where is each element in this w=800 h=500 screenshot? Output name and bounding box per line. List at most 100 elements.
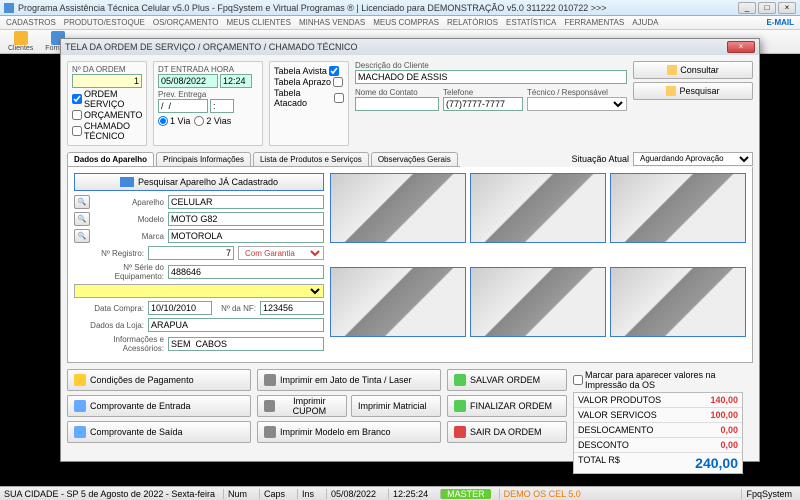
tecnico-label: Técnico / Responsável	[527, 88, 627, 97]
photo-6[interactable]	[610, 267, 746, 337]
menu-compras[interactable]: MEUS COMPRAS	[373, 18, 439, 27]
tab-observacoes[interactable]: Observações Gerais	[371, 152, 458, 166]
tool-clientes[interactable]: Clientes	[4, 30, 37, 53]
loja-label: Dados da Loja:	[74, 321, 144, 330]
clients-icon	[14, 31, 28, 45]
menu-cadastros[interactable]: CADASTROS	[6, 18, 56, 27]
comp-saida-button[interactable]: Comprovante de Saída	[67, 421, 251, 443]
registro-input[interactable]	[148, 246, 234, 260]
aparelho-label: Aparelho	[94, 198, 164, 207]
menubar: CADASTROS PRODUTO/ESTOQUE OS/ORÇAMENTO M…	[0, 16, 800, 30]
garantia-select[interactable]: Com Garantia	[238, 246, 324, 260]
tab-dados-aparelho[interactable]: Dados do Aparelho	[67, 152, 154, 166]
dtcompra-input[interactable]	[148, 301, 212, 315]
chk-orc[interactable]	[72, 110, 82, 120]
chk-avista[interactable]	[329, 66, 339, 76]
menu-relatorios[interactable]: RELATÓRIOS	[447, 18, 498, 27]
totals-panel: VALOR PRODUTOS140,00 VALOR SERVICOS100,0…	[573, 392, 743, 474]
modelo-input[interactable]	[168, 212, 324, 226]
total-desl-label: DESLOCAMENTO	[578, 425, 653, 435]
maximize-button[interactable]: □	[758, 2, 776, 14]
check-icon	[454, 400, 466, 412]
desc-cliente-input[interactable]	[355, 70, 627, 84]
radio-1via[interactable]	[158, 116, 168, 126]
status-time: 12:25:24	[388, 489, 432, 499]
search-icon	[666, 86, 676, 96]
menu-produto[interactable]: PRODUTO/ESTOQUE	[64, 18, 145, 27]
prev-hora-input[interactable]	[210, 99, 234, 113]
finalizar-button[interactable]: FINALIZAR ORDEM	[447, 395, 567, 417]
modelo-search-button[interactable]: 🔍	[74, 212, 90, 226]
contato-label: Nome do Contato	[355, 88, 439, 97]
check-icon	[454, 374, 466, 386]
menu-ferramentas[interactable]: FERRAMENTAS	[564, 18, 624, 27]
imprimir-jato-button[interactable]: Imprimir em Jato de Tinta / Laser	[257, 369, 441, 391]
close-button[interactable]: ×	[778, 2, 796, 14]
chk-marcar-valores[interactable]	[573, 375, 583, 385]
menu-ajuda[interactable]: AJUDA	[632, 18, 658, 27]
menu-os[interactable]: OS/ORÇAMENTO	[153, 18, 219, 27]
photo-3[interactable]	[610, 173, 746, 243]
dialog-close-button[interactable]: ×	[727, 41, 755, 53]
extra-select[interactable]	[74, 284, 324, 298]
serie-label: Nº Série do Equipamento:	[74, 263, 164, 281]
hora-label: HORA	[211, 65, 234, 74]
tab-produtos-servicos[interactable]: Lista de Produtos e Serviços	[253, 152, 369, 166]
prev-date-input[interactable]	[158, 99, 208, 113]
menu-vendas[interactable]: MINHAS VENDAS	[299, 18, 365, 27]
pesquisar-button[interactable]: Pesquisar	[633, 82, 753, 100]
telefone-input[interactable]	[443, 97, 523, 111]
window-title: Programa Assistência Técnica Celular v5.…	[18, 3, 738, 13]
pesquisar-aparelho-button[interactable]: Pesquisar Aparelho JÁ Cadastrado	[74, 173, 324, 191]
tab-principais-info[interactable]: Principais Informações	[156, 152, 251, 166]
minimize-button[interactable]: _	[738, 2, 756, 14]
menu-clientes[interactable]: MEUS CLIENTES	[227, 18, 291, 27]
hora-input[interactable]	[220, 74, 252, 88]
chk-os[interactable]	[72, 94, 82, 104]
printer-icon	[264, 400, 275, 412]
receipt-icon	[74, 426, 86, 438]
aparelho-input[interactable]	[168, 195, 324, 209]
imprimir-cupom-button[interactable]: Imprimir CUPOM	[257, 395, 347, 417]
ordem-label: Nº DA ORDEM	[72, 65, 142, 74]
contato-input[interactable]	[355, 97, 439, 111]
imprimir-branco-button[interactable]: Imprimir Modelo em Branco	[257, 421, 441, 443]
cond-pagamento-button[interactable]: Condições de Pagamento	[67, 369, 251, 391]
menu-email[interactable]: E-MAIL	[766, 18, 794, 27]
status-brand: FpqSystem	[741, 489, 796, 499]
app-icon	[4, 3, 14, 13]
sair-button[interactable]: SAIR DA ORDEM	[447, 421, 567, 443]
tecnico-select[interactable]	[527, 97, 627, 111]
chk-atacado[interactable]	[334, 93, 344, 103]
total-desl-value: 0,00	[720, 425, 738, 435]
radio-2vias[interactable]	[194, 116, 204, 126]
chk-cham[interactable]	[72, 126, 82, 136]
aparelho-search-button[interactable]: 🔍	[74, 195, 90, 209]
info-input[interactable]	[168, 337, 324, 351]
marca-input[interactable]	[168, 229, 324, 243]
serie-input[interactable]	[168, 265, 324, 279]
salvar-button[interactable]: SALVAR ORDEM	[447, 369, 567, 391]
titlebar: Programa Assistência Técnica Celular v5.…	[0, 0, 800, 16]
marca-search-button[interactable]: 🔍	[74, 229, 90, 243]
total-desc-label: DESCONTO	[578, 440, 629, 450]
photo-2[interactable]	[470, 173, 606, 243]
consultar-button[interactable]: Consultar	[633, 61, 753, 79]
dt-entrada-input[interactable]	[158, 74, 218, 88]
imprimir-matricial-button[interactable]: Imprimir Matricial	[351, 395, 441, 417]
comp-entrada-button[interactable]: Comprovante de Entrada	[67, 395, 251, 417]
prev-label: Prev. Entrega	[158, 90, 258, 99]
dtentrada-label: DT ENTRADA	[158, 65, 209, 74]
dtcompra-label: Data Compra:	[74, 304, 144, 313]
nf-input[interactable]	[260, 301, 324, 315]
money-icon	[74, 374, 86, 386]
loja-input[interactable]	[148, 318, 324, 332]
chk-aprazo[interactable]	[333, 77, 343, 87]
menu-estatistica[interactable]: ESTATÍSTICA	[506, 18, 556, 27]
photo-5[interactable]	[470, 267, 606, 337]
ordem-input[interactable]	[72, 74, 142, 88]
photo-1[interactable]	[330, 173, 466, 243]
total-value: 240,00	[695, 455, 738, 471]
photo-4[interactable]	[330, 267, 466, 337]
situacao-select[interactable]: Aguardando Aprovação	[633, 152, 753, 166]
